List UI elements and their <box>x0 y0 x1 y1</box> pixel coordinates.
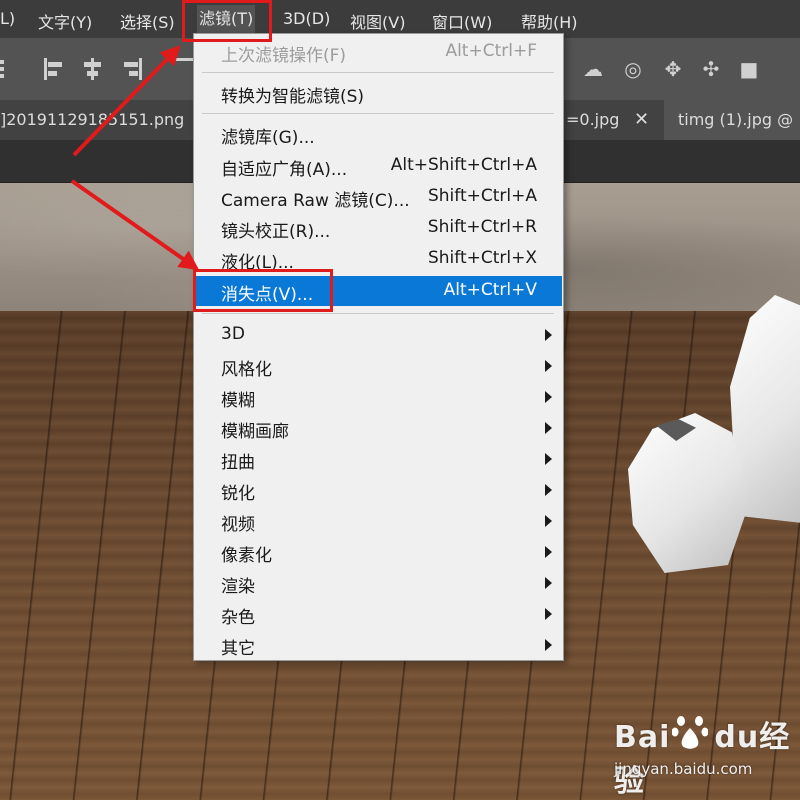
menu-item-blur[interactable]: 模糊 <box>195 382 562 412</box>
menu-3d[interactable]: 3D(D) <box>283 9 330 28</box>
annotation-box-filter-menu <box>182 0 272 42</box>
filter-menu-dropdown: 上次滤镜操作(F) Alt+Ctrl+F 转换为智能滤镜(S) 滤镜库(G)..… <box>193 33 564 661</box>
submenu-arrow-icon <box>545 360 552 372</box>
submenu-arrow-icon <box>545 391 552 403</box>
menu-item-pixelate[interactable]: 像素化 <box>195 537 562 567</box>
tab-timg-document[interactable]: timg (1).jpg @ <box>664 100 800 140</box>
menu-separator <box>202 72 554 73</box>
submenu-arrow-icon <box>545 546 552 558</box>
menu-item-render[interactable]: 渲染 <box>195 568 562 598</box>
align-top-edges-icon[interactable] <box>172 58 194 80</box>
menu-separator <box>202 113 554 114</box>
submenu-arrow-icon <box>545 608 552 620</box>
submenu-arrow-icon <box>545 515 552 527</box>
submenu-arrow-icon <box>545 484 552 496</box>
menu-layer-partial[interactable]: L) <box>0 9 15 28</box>
align-right-edges-icon[interactable] <box>120 58 142 80</box>
menu-item-sharpen[interactable]: 锐化 <box>195 475 562 505</box>
menu-help[interactable]: 帮助(H) <box>521 9 578 33</box>
align-horizontal-centers-icon[interactable] <box>82 58 104 80</box>
menu-select[interactable]: 选择(S) <box>120 9 175 33</box>
menu-type[interactable]: 文字(Y) <box>38 9 92 33</box>
submenu-arrow-icon <box>545 577 552 589</box>
3d-slide-icon[interactable]: ✣ <box>698 56 724 82</box>
menu-item-adaptive-wide-angle[interactable]: 自适应广角(A)... Alt+Shift+Ctrl+A <box>195 151 562 181</box>
submenu-arrow-icon <box>545 639 552 651</box>
submenu-arrow-icon <box>545 329 552 341</box>
menu-item-video[interactable]: 视频 <box>195 506 562 536</box>
3d-camera-icon[interactable]: ■ <box>736 56 762 82</box>
submenu-arrow-icon <box>545 453 552 465</box>
menu-item-3d[interactable]: 3D <box>195 320 562 350</box>
watermark-url: jingyan.baidu.com <box>614 760 753 778</box>
menu-view[interactable]: 视图(V) <box>350 9 405 33</box>
submenu-arrow-icon <box>545 422 552 434</box>
tab-jpg-document[interactable]: =0.jpg <box>566 100 619 140</box>
menu-item-convert-smart-filter[interactable]: 转换为智能滤镜(S) <box>195 78 562 108</box>
watermark-brand-du: du <box>714 720 760 755</box>
watermark-brand-bai: Bai <box>614 720 671 755</box>
menu-item-camera-raw[interactable]: Camera Raw 滤镜(C)... Shift+Ctrl+A <box>195 182 562 212</box>
menu-separator <box>202 313 554 314</box>
toolbar-grip-icon <box>0 58 22 80</box>
menu-item-blur-gallery[interactable]: 模糊画廊 <box>195 413 562 443</box>
tab-close-icon[interactable]: ✕ <box>634 100 649 140</box>
baidu-jingyan-watermark: Bai du经验 jingyan.baidu.com <box>614 712 800 800</box>
menu-item-filter-gallery[interactable]: 滤镜库(G)... <box>195 119 562 149</box>
menu-item-noise[interactable]: 杂色 <box>195 599 562 629</box>
menu-window[interactable]: 窗口(W) <box>432 9 492 33</box>
3d-orbit-icon[interactable]: ☁ <box>580 56 606 82</box>
align-left-edges-icon[interactable] <box>44 58 66 80</box>
3d-roll-icon[interactable]: ◎ <box>620 56 646 82</box>
menu-item-other[interactable]: 其它 <box>195 630 562 660</box>
menu-item-stylize[interactable]: 风格化 <box>195 351 562 381</box>
annotation-box-vanishing-point <box>193 269 333 312</box>
tab-png-document[interactable]: ]20191129185151.png <box>0 100 184 140</box>
3d-pan-icon[interactable]: ✥ <box>660 56 686 82</box>
menu-item-distort[interactable]: 扭曲 <box>195 444 562 474</box>
menu-item-lens-correction[interactable]: 镜头校正(R)... Shift+Ctrl+R <box>195 213 562 243</box>
